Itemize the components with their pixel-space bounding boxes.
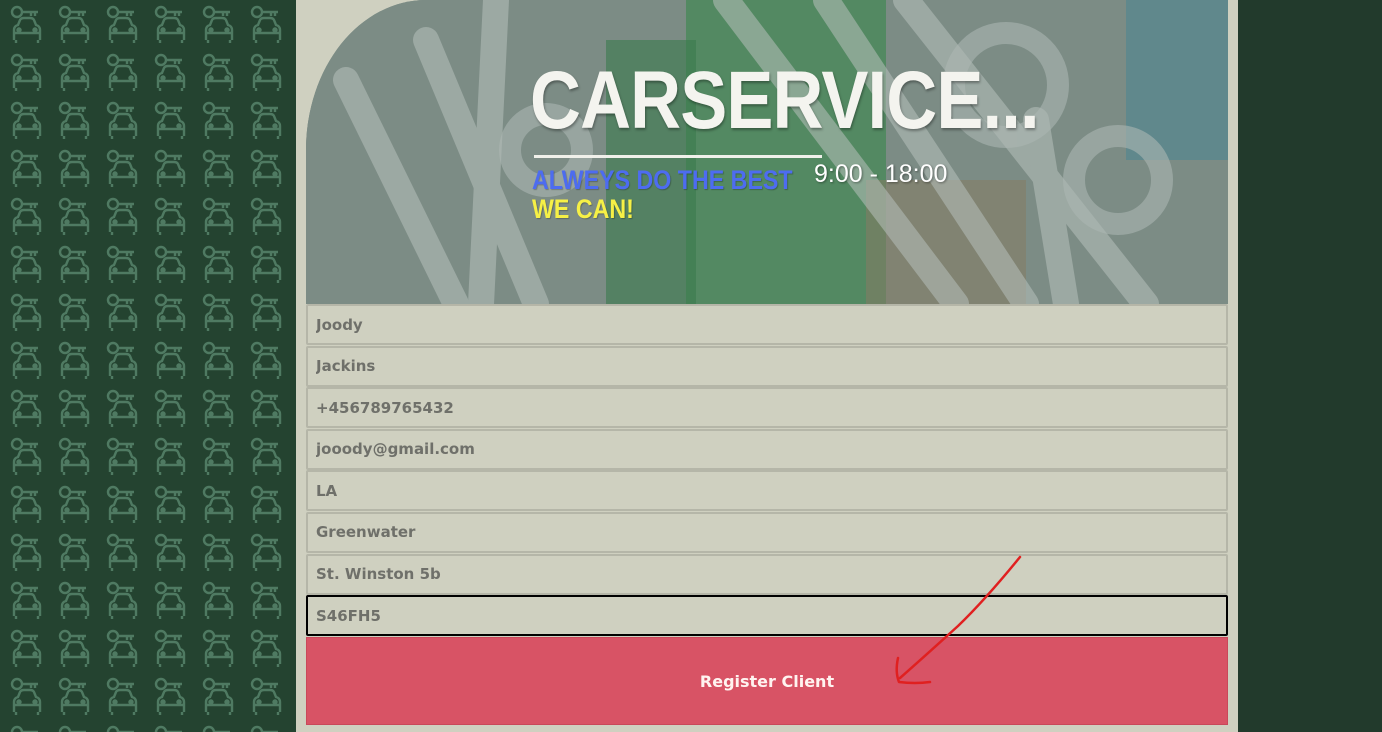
register-client-button[interactable]: Register Client <box>306 637 1228 725</box>
street-input[interactable] <box>306 553 1228 595</box>
email-input[interactable] <box>306 428 1228 470</box>
zip-input[interactable] <box>306 595 1228 637</box>
client-registration-form <box>306 304 1228 637</box>
hero-banner: CARSERVICE... ALWEYS DO THE BEST WE CAN!… <box>306 0 1228 304</box>
wrenches-photo <box>306 0 1228 304</box>
register-client-label: Register Client <box>699 671 835 691</box>
right-margin <box>1238 0 1382 732</box>
phone-input[interactable] <box>306 387 1228 429</box>
last-name-input[interactable] <box>306 345 1228 387</box>
title-underline <box>534 155 822 158</box>
main-page: CARSERVICE... ALWEYS DO THE BEST WE CAN!… <box>296 0 1238 732</box>
city-input[interactable] <box>306 511 1228 553</box>
state-input[interactable] <box>306 470 1228 512</box>
first-name-input[interactable] <box>306 304 1228 345</box>
slogan-line-1: ALWEYS DO THE BEST <box>532 165 793 195</box>
background-pattern <box>0 0 296 732</box>
site-title: CARSERVICE... <box>530 55 1040 146</box>
slogan-line-2: WE CAN! <box>532 194 634 224</box>
car-key-pattern <box>0 0 296 732</box>
opening-hours: 9:00 - 18:00 <box>814 160 948 188</box>
